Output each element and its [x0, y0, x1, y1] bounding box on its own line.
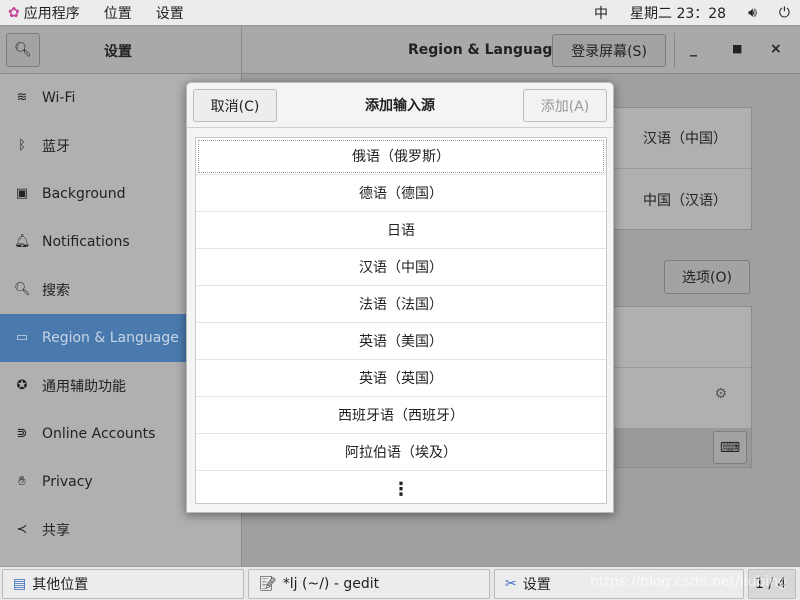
share-icon: ≺ — [16, 522, 28, 537]
bell-icon: 🔔︎ — [14, 234, 31, 249]
search-icon: 🔍︎ — [14, 282, 31, 297]
task-other-locations[interactable]: ▤ 其他位置 — [2, 569, 244, 599]
close-button[interactable]: × — [770, 41, 782, 57]
list-item[interactable]: 俄语（俄罗斯） — [196, 138, 606, 175]
add-button[interactable]: 添加(A) — [523, 89, 607, 122]
list-item[interactable]: 德语（德国） — [196, 175, 606, 212]
list-item[interactable]: 英语（美国） — [196, 323, 606, 360]
search-button[interactable]: 🔍︎ — [6, 33, 40, 67]
apps-logo-icon: ✿ — [8, 4, 20, 21]
search-icon: 🔍︎ — [14, 42, 32, 58]
list-item[interactable]: 西班牙语（西班牙） — [196, 397, 606, 434]
settings-menu[interactable]: 设置 — [156, 3, 184, 23]
watermark: https://blog.csdn.net/liubing — [590, 574, 787, 590]
list-item[interactable]: 法语（法国） — [196, 286, 606, 323]
text-editor-icon: 📝︎ — [259, 576, 277, 592]
power-icon[interactable]: ⏻ — [779, 5, 790, 21]
list-item[interactable]: 汉语（中国） — [196, 249, 606, 286]
volume-icon[interactable]: 🔊︎ — [748, 5, 757, 21]
list-item[interactable]: 阿拉伯语（埃及） — [196, 434, 606, 471]
places-menu[interactable]: 位置 — [104, 3, 132, 23]
top-bar: ✿ 应用程序 位置 设置 中 星期二 23：28 🔊︎ ⏻ — [0, 0, 800, 26]
tools-icon: ✂ — [505, 576, 517, 592]
maximize-button[interactable]: ■ — [732, 42, 742, 55]
minimize-button[interactable]: _ — [690, 41, 697, 57]
keyboard-icon: ⌨ — [719, 439, 741, 456]
accessibility-icon: ✪ — [16, 378, 28, 393]
keyboard-button[interactable]: ⌨ — [713, 431, 747, 464]
input-method-indicator[interactable]: 中 — [594, 3, 608, 23]
wifi-icon: ≋ — [16, 90, 28, 105]
bluetooth-icon: ᛒ — [18, 138, 26, 153]
list-item[interactable]: 英语（英国） — [196, 360, 606, 397]
sidebar-item-sharing[interactable]: ≺ 共享 — [0, 506, 241, 554]
applications-menu[interactable]: 应用程序 — [24, 3, 80, 23]
region-icon: ▭ — [15, 330, 29, 345]
add-input-source-dialog: 取消(C) 添加输入源 添加(A) 俄语（俄罗斯） 德语（德国） 日语 汉语（中… — [186, 82, 614, 513]
hand-icon: ✋︎ — [18, 474, 26, 489]
background-icon: ▣ — [15, 186, 29, 201]
input-source-list: 俄语（俄罗斯） 德语（德国） 日语 汉语（中国） 法语（法国） 英语（美国） 英… — [195, 137, 607, 504]
task-gedit[interactable]: 📝︎ *lj (~/) - gedit — [248, 569, 490, 599]
online-accounts-icon: ⋑ — [16, 426, 28, 441]
file-cabinet-icon: ▤ — [13, 576, 27, 592]
gear-icon[interactable]: ⚙ — [714, 386, 727, 402]
more-button[interactable]: ⋮ — [196, 471, 606, 508]
login-screen-button[interactable]: 登录屏幕(S) — [552, 34, 666, 67]
window-header: 🔍︎ 设置 Region & Language 登录屏幕(S) _ ■ × — [0, 27, 800, 74]
clock[interactable]: 星期二 23：28 — [630, 3, 726, 23]
options-button[interactable]: 选项(O) — [664, 260, 750, 294]
page-title: Region & Language — [408, 42, 562, 58]
list-item[interactable]: 日语 — [196, 212, 606, 249]
sidebar-title: 设置 — [104, 44, 132, 60]
